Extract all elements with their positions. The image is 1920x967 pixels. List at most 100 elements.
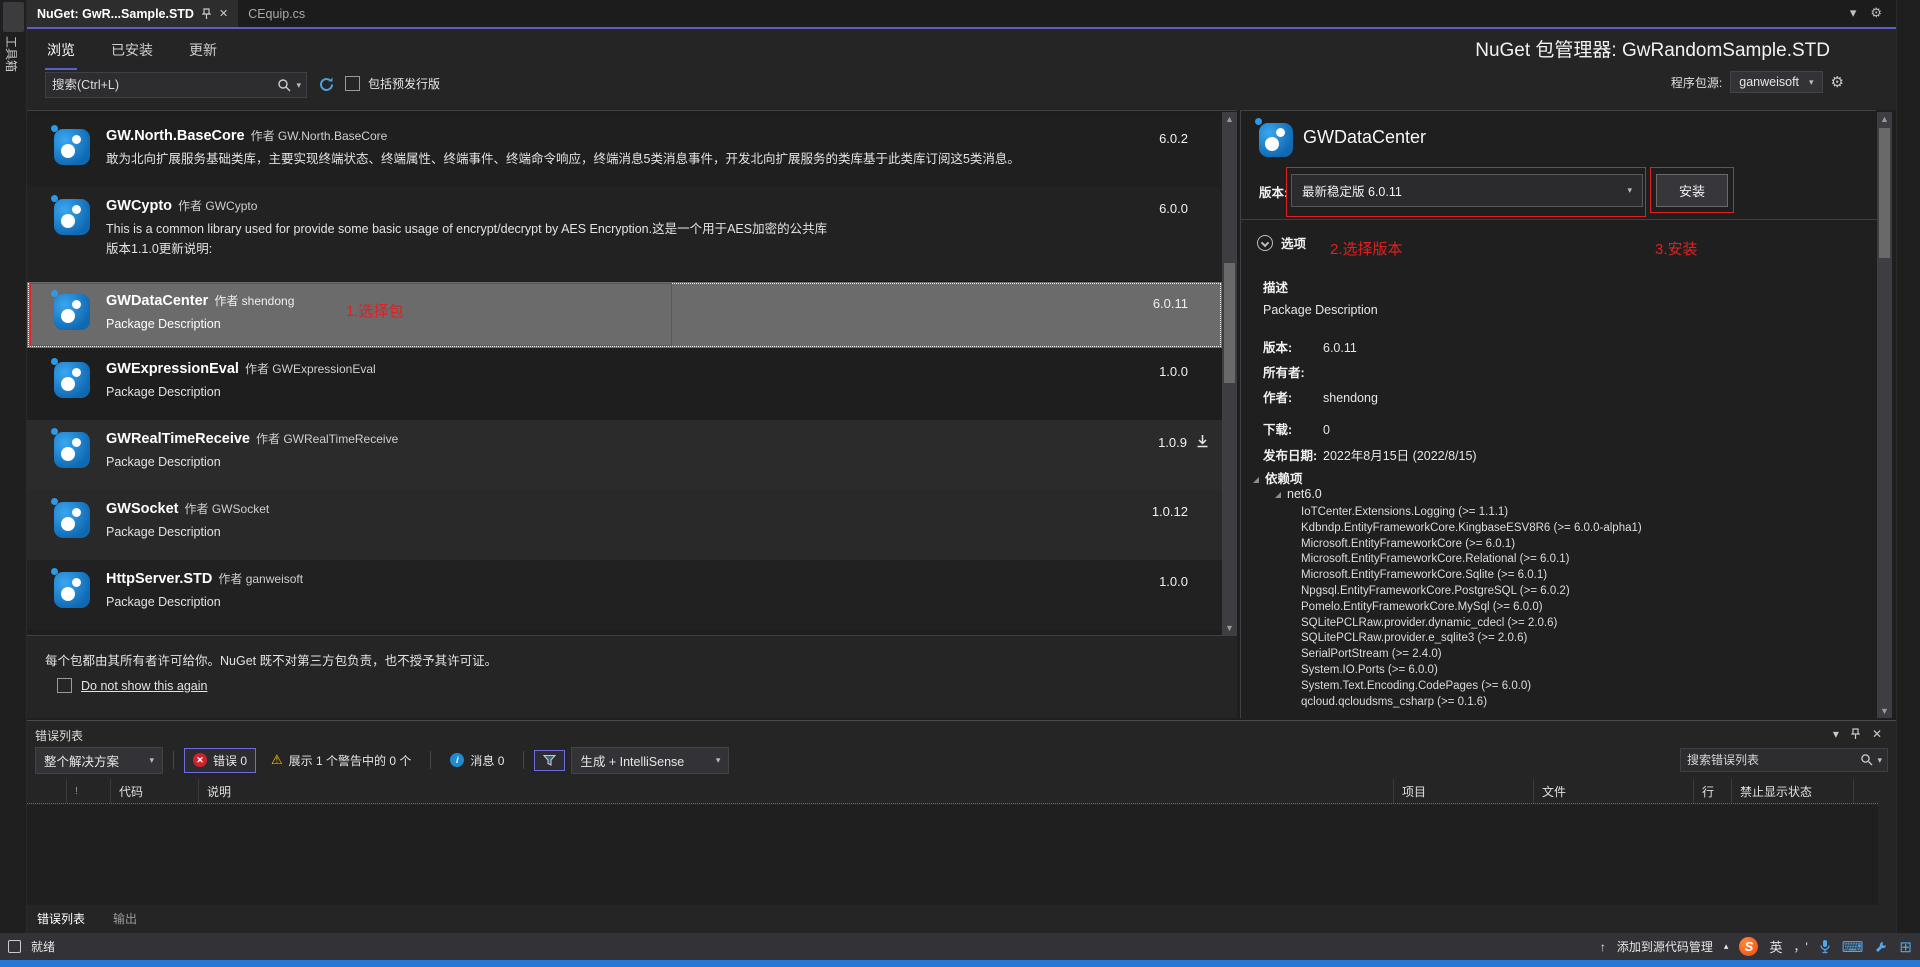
column-blank[interactable] xyxy=(27,779,67,803)
scroll-down-icon[interactable]: ▼ xyxy=(1877,706,1892,716)
list-item-gw-north-basecore[interactable]: GW.North.BaseCore 作者 GW.North.BaseCore 敢为… xyxy=(27,117,1222,187)
microphone-icon[interactable] xyxy=(1819,939,1831,954)
annotation-step1: 1.选择包 xyxy=(346,303,404,320)
refresh-icon[interactable] xyxy=(317,75,336,94)
info-icon: i xyxy=(450,753,465,767)
column-suppression[interactable]: 禁止显示状态 xyxy=(1732,779,1854,803)
column-project[interactable]: 项目 xyxy=(1394,779,1534,803)
pin-icon[interactable] xyxy=(1850,728,1860,740)
wrench-icon[interactable] xyxy=(1874,940,1888,954)
grid-icon[interactable]: ⊞ xyxy=(1899,938,1912,956)
messages-label: 消息 0 xyxy=(470,753,505,768)
description-header: 描述 xyxy=(1263,281,1289,295)
sogou-ime-icon[interactable]: S xyxy=(1739,937,1759,956)
details-scrollbar[interactable]: ▲ ▼ xyxy=(1877,112,1892,718)
search-options-caret-icon[interactable]: ▾ xyxy=(1877,755,1887,766)
chevron-down-icon[interactable]: ▾ xyxy=(1850,5,1857,21)
error-search-box[interactable]: ▾ xyxy=(1680,748,1888,772)
sidebar-tab-toolbox[interactable]: 工具箱 xyxy=(3,36,20,72)
ime-punctuation-toggle[interactable]: ，' xyxy=(1793,938,1807,955)
tab-error-list[interactable]: 错误列表 xyxy=(31,908,91,929)
messages-filter-button[interactable]: i 消息 0 xyxy=(441,748,513,773)
scrollbar-thumb[interactable] xyxy=(1879,128,1890,258)
search-input[interactable] xyxy=(46,78,278,92)
error-list-title: 错误列表 xyxy=(35,729,84,743)
source-settings-gear-icon[interactable]: ⚙ xyxy=(1831,73,1844,91)
field-published: 发布日期: 2022年8月15日 (2022/8/15) xyxy=(1263,449,1477,463)
package-search-box[interactable]: ▾ xyxy=(45,72,307,98)
panel-controls: ▾ ✕ xyxy=(1833,727,1882,741)
error-search-input[interactable] xyxy=(1681,753,1861,767)
options-label: 选项 xyxy=(1281,237,1307,251)
add-to-source-control-button[interactable]: 添加到源代码管理 xyxy=(1617,938,1713,955)
tab-browse[interactable]: 浏览 xyxy=(45,36,77,70)
field-owners: 所有者: xyxy=(1263,366,1305,380)
document-tab-bar: NuGet: GwR...Sample.STD ✕ CEquip.cs xyxy=(27,0,1896,27)
tab-output[interactable]: 输出 xyxy=(107,908,143,929)
list-item-gwrealtimereceive[interactable]: GWRealTimeReceive 作者 GWRealTimeReceive Pa… xyxy=(27,420,1222,490)
dependency-item: Microsoft.EntityFrameworkCore (>= 6.0.1) xyxy=(1301,537,1516,550)
scroll-up-icon[interactable]: ▲ xyxy=(1877,114,1892,124)
package-author: 作者 GWExpressionEval xyxy=(244,362,376,376)
error-grid-empty[interactable] xyxy=(27,805,1878,905)
gear-icon[interactable]: ⚙ xyxy=(1870,5,1882,21)
scroll-up-icon[interactable]: ▲ xyxy=(1222,114,1237,124)
column-code[interactable]: 代码 xyxy=(111,779,199,803)
list-item-gwsocket[interactable]: GWSocket 作者 GWSocket Package Description … xyxy=(27,490,1222,560)
search-options-caret-icon[interactable]: ▾ xyxy=(296,80,306,91)
tab-updates[interactable]: 更新 xyxy=(187,36,219,70)
list-item-gwexpressioneval[interactable]: GWExpressionEval 作者 GWExpressionEval Pack… xyxy=(27,350,1222,420)
caret-up-icon[interactable]: ▴ xyxy=(1724,941,1729,952)
package-source-row: 程序包源: ganweisoft ▾ ⚙ xyxy=(1671,71,1844,93)
pin-icon[interactable] xyxy=(201,8,211,19)
toolbox-icon xyxy=(3,2,24,32)
search-icon[interactable] xyxy=(1860,753,1877,767)
scrollbar-thumb[interactable] xyxy=(1224,263,1235,383)
package-version: 6.0.11 xyxy=(1152,296,1188,311)
package-name: GW.North.BaseCore xyxy=(106,128,245,144)
column-line[interactable]: 行 xyxy=(1694,779,1732,803)
dont-show-again-checkbox[interactable] xyxy=(57,678,72,693)
filter-button[interactable] xyxy=(534,749,566,771)
build-filter-dropdown[interactable]: 生成 + IntelliSense ▾ xyxy=(571,746,730,774)
annotation-step2: 2.选择版本 xyxy=(1330,241,1403,258)
search-icon[interactable] xyxy=(277,78,296,93)
column-severity-icon[interactable]: ! xyxy=(67,779,111,803)
errors-filter-button[interactable]: ✕ 错误 0 xyxy=(184,747,257,773)
package-description-line2: 版本1.1.0更新说明: xyxy=(106,241,213,256)
dependencies-framework[interactable]: net6.0 xyxy=(1275,487,1322,501)
package-name: GWCypto xyxy=(106,198,173,214)
annotation-step3: 3.安装 xyxy=(1655,241,1698,258)
visual-studio-window: 工具箱 解决方案资源管理器 Git 更改 属性 NuGet: GwR...Sam… xyxy=(0,0,1920,967)
list-scrollbar[interactable]: ▲ ▼ xyxy=(1222,112,1237,635)
column-file[interactable]: 文件 xyxy=(1534,779,1694,803)
close-icon[interactable]: ✕ xyxy=(1872,727,1882,741)
list-item-gwcypto[interactable]: GWCypto 作者 GWCypto This is a common libra… xyxy=(27,187,1222,281)
package-source-dropdown[interactable]: ganweisoft ▾ xyxy=(1730,71,1823,93)
keyboard-icon[interactable]: ⌨ xyxy=(1842,938,1864,956)
tab-label: CEquip.cs xyxy=(248,6,306,21)
tab-cequip[interactable]: CEquip.cs xyxy=(238,0,316,27)
ime-language-toggle[interactable]: 英 xyxy=(1769,937,1782,956)
nuget-nav-tabs: 浏览 已安装 更新 xyxy=(45,36,219,70)
close-icon[interactable]: ✕ xyxy=(219,7,228,20)
download-icon[interactable] xyxy=(1195,434,1210,450)
chevron-down-icon[interactable]: ▾ xyxy=(1833,727,1839,741)
column-description[interactable]: 说明 xyxy=(199,779,1394,803)
options-expander[interactable]: 选项 xyxy=(1257,233,1306,252)
prerelease-option: 包括预发行版 xyxy=(345,75,440,92)
error-list-panel: 错误列表 ▾ ✕ 整个解决方案 ▾ ✕ 错误 0 ⚠ 展示 1 个警告中的 0 … xyxy=(27,720,1896,933)
list-item-httpserver-std[interactable]: HttpServer.STD 作者 ganweisoft Package Desc… xyxy=(27,560,1222,630)
scope-dropdown[interactable]: 整个解决方案 ▾ xyxy=(35,746,163,774)
tab-installed[interactable]: 已安装 xyxy=(109,36,155,70)
scroll-down-icon[interactable]: ▼ xyxy=(1222,623,1237,633)
license-note: 每个包都由其所有者许可给你。NuGet 既不对第三方包负责，也不授予其许可证。 xyxy=(45,654,498,668)
dependencies-header[interactable]: 依赖项 xyxy=(1253,468,1303,487)
dependency-item: SerialPortStream (>= 2.4.0) xyxy=(1301,648,1442,661)
prerelease-checkbox[interactable] xyxy=(345,76,360,91)
left-tool-strip: 工具箱 xyxy=(0,0,27,967)
warnings-filter-button[interactable]: ⚠ 展示 1 个警告中的 0 个 xyxy=(262,748,420,773)
tab-nuget-manager[interactable]: NuGet: GwR...Sample.STD ✕ xyxy=(27,0,239,27)
package-name: HttpServer.STD xyxy=(106,571,213,587)
chevron-down-icon: ▾ xyxy=(149,754,154,765)
